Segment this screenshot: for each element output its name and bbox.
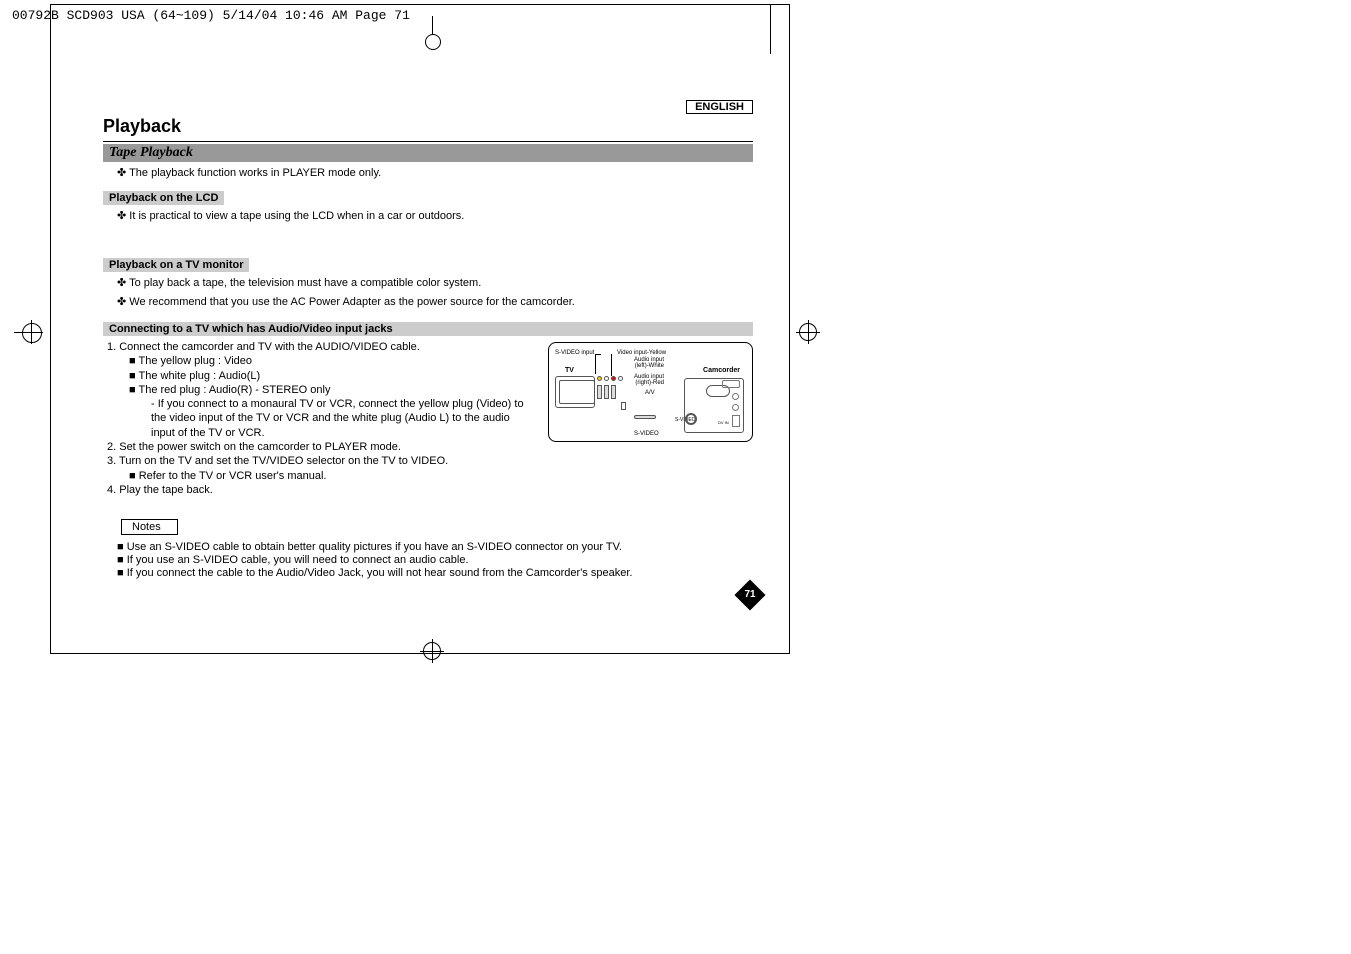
crop-mark-left-icon [14,318,42,346]
note-3: ■ If you connect the cable to the Audio/… [117,567,753,579]
trim-mark-icon [770,4,771,54]
diagram-audio-left-label: Audio input(left)-White [634,357,664,369]
diagram-tv-label: TV [565,367,574,374]
note-2: ■ If you use an S-VIDEO cable, you will … [117,554,753,566]
tv-bullet-2: ✤ We recommend that you use the AC Power… [117,295,753,308]
camcorder-dial-icon [732,393,739,400]
step-3: 3. Turn on the TV and set the TV/VIDEO s… [107,454,534,468]
step-1c-sub: - If you connect to a monaural TV or VCR… [151,397,534,440]
page-number: 71 [744,589,755,600]
leader-line-icon [595,354,596,374]
intro-bullet: ✤ The playback function works in PLAYER … [117,166,753,179]
step-2: 2. Set the power switch on the camcorder… [107,440,534,454]
crop-mark-right-icon [799,318,827,346]
tv-bullet-1: ✤ To play back a tape, the television mu… [117,276,753,289]
diagram-svideo-label: S-VIDEO [634,431,659,437]
language-label: ENGLISH [686,100,753,114]
step-4: 4. Play the tape back. [107,483,534,497]
diagram-svideo-input-label: S-VIDEO input [555,350,594,356]
diagram-video-input-label: Video input-Yellow [617,350,666,356]
crop-mark-top-icon [425,16,439,44]
leader-line-icon [611,354,612,376]
av-plug-icon [634,415,656,419]
camcorder-tape-icon [722,380,740,388]
lcd-bullet: ✤ It is practical to view a tape using t… [117,209,753,222]
tv-heading: Playback on a TV monitor [103,258,249,272]
lcd-heading: Playback on the LCD [103,191,224,205]
ext-jack-icon [621,402,626,410]
page-title: Playback [103,116,753,137]
page-content: ENGLISH Playback Tape Playback ✤ The pla… [103,100,753,580]
steps-block: 1. Connect the camcorder and TV with the… [103,340,534,497]
step-1b: ■ The white plug : Audio(L) [129,369,534,383]
tv-icon [555,376,595,408]
diagram-camcorder-label: Camcorder [703,367,740,374]
connecting-heading: Connecting to a TV which has Audio/Video… [103,322,753,336]
print-header: 00792B SCD903 USA (64~109) 5/14/04 10:46… [12,8,410,23]
note-1: ■ Use an S-VIDEO cable to obtain better … [117,541,753,553]
step-1a: ■ The yellow plug : Video [129,354,534,368]
step-3a: ■ Refer to the TV or VCR user's manual. [129,469,534,483]
title-rule [103,141,753,142]
camcorder-dial2-icon [732,404,739,411]
notes-heading: Notes [121,519,178,535]
diagram-audio-right-label: Audio input(right)-Red [634,374,664,386]
camcorder-port-icon [732,415,740,427]
diagram-av-label: A/V [645,390,655,396]
jack-row-icon [597,376,623,381]
cable-plugs-icon [597,385,616,399]
step-1: 1. Connect the camcorder and TV with the… [107,340,534,354]
step-1c: ■ The red plug : Audio(R) - STEREO only [129,383,534,397]
connection-diagram: S-VIDEO input Video input-Yellow Audio i… [548,342,753,442]
section-heading: Tape Playback [103,144,753,162]
crop-mark-bottom-icon [418,642,446,670]
notes-list: ■ Use an S-VIDEO cable to obtain better … [107,541,753,579]
